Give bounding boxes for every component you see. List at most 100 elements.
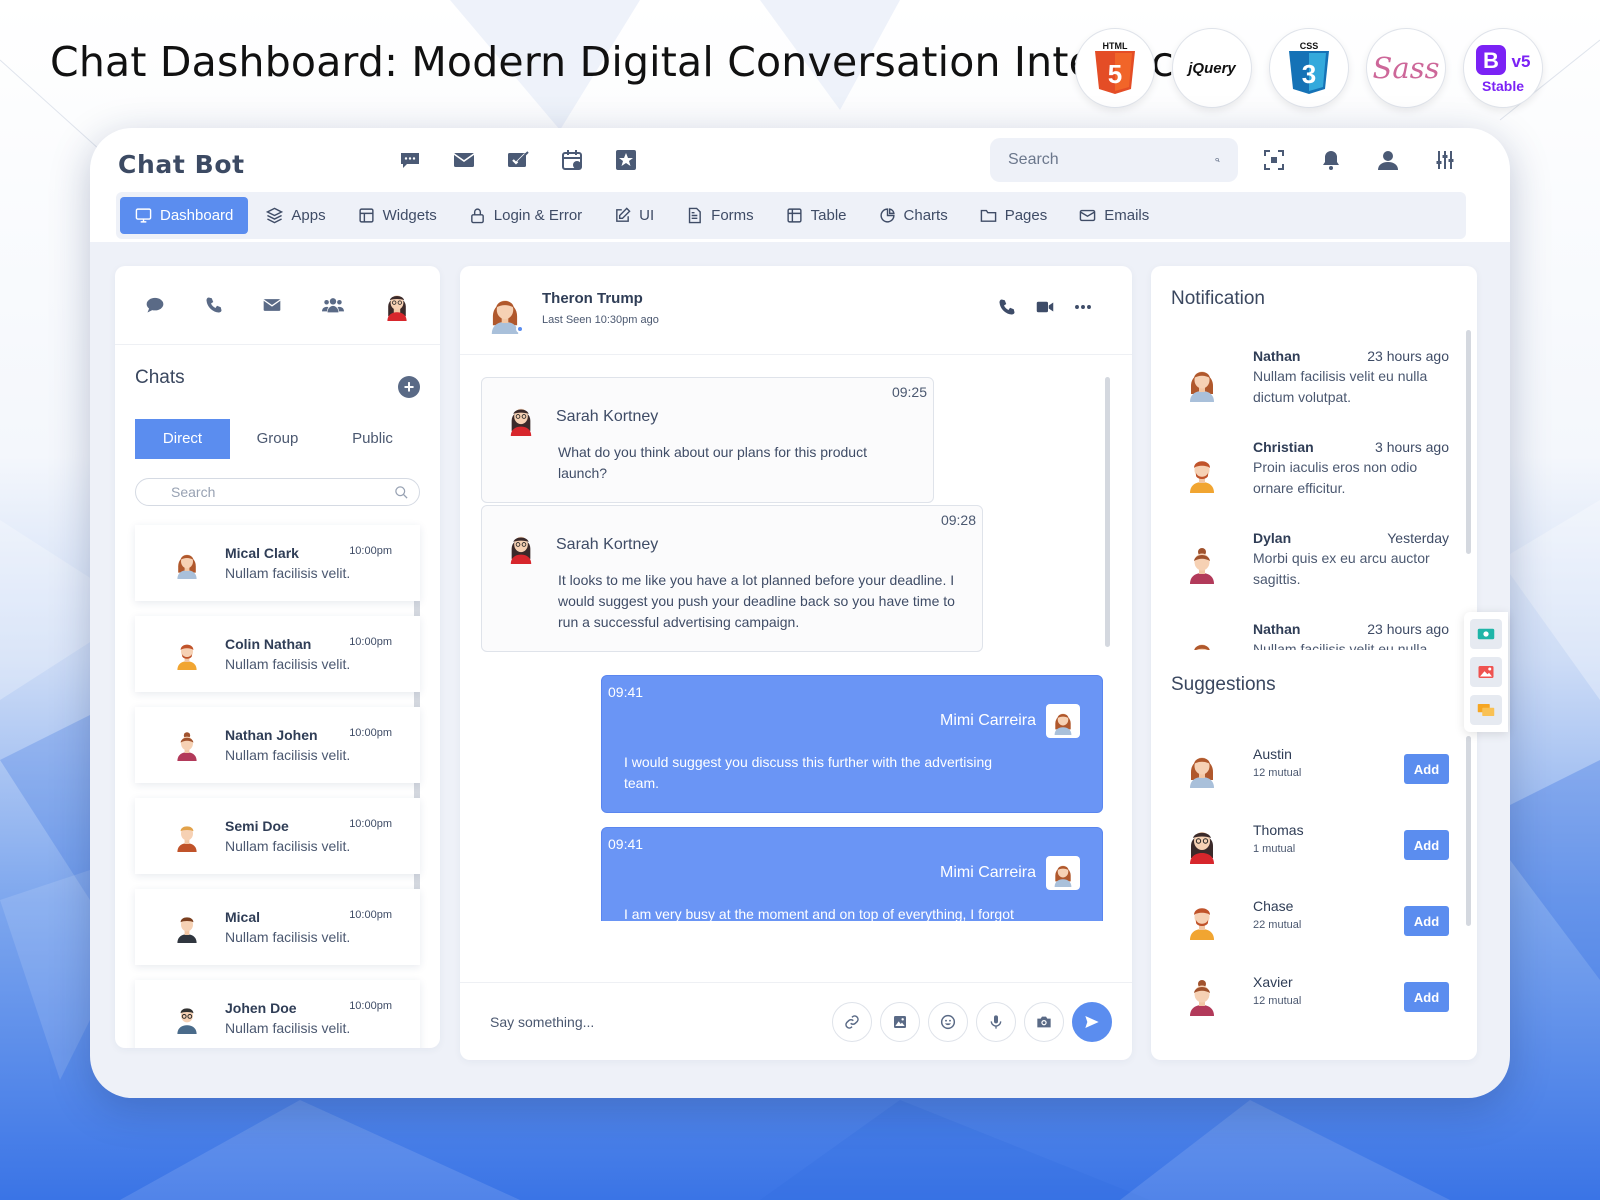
nav-charts[interactable]: Charts [865, 197, 962, 234]
fullscreen-icon[interactable] [1262, 148, 1286, 172]
more-icon[interactable] [1074, 298, 1092, 316]
calendar-icon[interactable] [560, 148, 584, 172]
nav-pages[interactable]: Pages [966, 197, 1062, 234]
notification-text: Morbi quis ex eu arcu auctor sagittis. [1253, 550, 1430, 587]
sliders-icon[interactable] [1433, 148, 1457, 172]
layers-icon [266, 207, 284, 224]
file-text-icon [688, 207, 702, 224]
dock-button-gallery[interactable] [1470, 657, 1502, 687]
nav-widgets[interactable]: Widgets [344, 197, 451, 234]
chat-time: 10:00pm [349, 909, 392, 921]
chat-name: Nathan Johen [225, 727, 318, 743]
top-icon-bar [398, 148, 638, 172]
nav-login-error[interactable]: Login & Error [455, 197, 596, 234]
tab-public[interactable]: Public [325, 419, 420, 459]
nav-ui[interactable]: UI [600, 197, 668, 234]
message-time: 09:28 [940, 512, 976, 528]
chat-name: Semi Doe [225, 818, 289, 834]
conversation-actions [998, 298, 1092, 316]
dock-button-money[interactable] [1470, 619, 1502, 649]
list-item[interactable]: Nathan Johen Nullam facilisis velit. 10:… [135, 707, 420, 783]
chat-icon[interactable] [398, 148, 422, 172]
phone-icon[interactable] [998, 298, 1016, 316]
add-friend-button[interactable]: Add [1404, 906, 1449, 936]
chat-icon[interactable] [145, 295, 165, 315]
notification-text: Nullam facilisis velit eu nulla [1253, 641, 1428, 650]
notification-item[interactable]: Dylan Yesterday Morbi quis ex eu arcu au… [1151, 514, 1477, 605]
nav-forms[interactable]: Forms [672, 197, 768, 234]
star-icon[interactable] [614, 148, 638, 172]
list-item[interactable]: Johen Doe Nullam facilisis velit. 10:00p… [135, 980, 420, 1048]
tab-direct[interactable]: Direct [135, 419, 230, 459]
message-thread[interactable]: 09:25 Sarah Kortney What do you think ab… [460, 355, 1132, 921]
chat-search-input[interactable] [171, 484, 394, 500]
app-logo[interactable]: Chat Bot [118, 150, 245, 179]
message-input[interactable] [490, 1013, 824, 1030]
activity-panel: Notification Nathan 23 hours ago Nullam … [1151, 266, 1477, 1060]
notification-time: 23 hours ago [1367, 621, 1449, 637]
notification-list: Nathan 23 hours ago Nullam facilisis vel… [1151, 332, 1477, 650]
profile-avatar[interactable] [384, 289, 410, 321]
monitor-icon [135, 208, 152, 223]
dashboard-window: Chat Bot Dashboard Apps [90, 128, 1510, 1098]
voice-button[interactable] [976, 1001, 1016, 1042]
nav-dashboard[interactable]: Dashboard [120, 197, 249, 234]
user-icon[interactable] [1376, 148, 1400, 172]
edit-icon [616, 207, 631, 222]
notification-item[interactable]: Christian 3 hours ago Proin iaculis eros… [1151, 423, 1477, 514]
pie-chart-icon [879, 208, 895, 223]
group-icon[interactable] [322, 294, 345, 316]
avatar [1194, 644, 1210, 650]
notification-item[interactable]: Nathan 23 hours ago Nullam facilisis vel… [1151, 332, 1477, 423]
search-icon[interactable] [1215, 151, 1220, 169]
mail-icon[interactable] [452, 148, 476, 172]
add-friend-button[interactable]: Add [1404, 830, 1449, 860]
add-friend-button[interactable]: Add [1404, 982, 1449, 1012]
list-item[interactable]: Colin Nathan Nullam facilisis velit. 10:… [135, 616, 420, 692]
attach-image-button[interactable] [880, 1001, 920, 1042]
video-icon[interactable] [1036, 298, 1054, 316]
phone-icon[interactable] [205, 296, 223, 314]
avatar-frame [1046, 704, 1080, 738]
outgoing-message: 09:41 Mimi Carreira I am very busy at th… [601, 827, 1103, 921]
list-item[interactable]: Mical Nullam facilisis velit. 10:00pm [135, 889, 420, 965]
send-button[interactable] [1072, 1001, 1112, 1042]
mail-icon [1079, 209, 1096, 222]
table-icon [787, 208, 802, 223]
list-item[interactable]: Mical Clark Nullam facilisis velit. 10:0… [135, 525, 420, 601]
emoji-button[interactable] [928, 1001, 968, 1042]
mail-check-icon[interactable] [506, 148, 530, 172]
bootstrap-badge: B v5 Stable [1463, 28, 1543, 108]
attach-link-button[interactable] [832, 1001, 872, 1042]
search-input[interactable] [1008, 151, 1215, 169]
notification-time: 23 hours ago [1367, 348, 1449, 364]
conversation-header: Theron Trump Last Seen 10:30pm ago [460, 266, 1132, 355]
bell-icon[interactable] [1319, 148, 1343, 172]
dock-button-messages[interactable] [1470, 695, 1502, 725]
chat-preview: Nullam facilisis velit. [225, 565, 351, 581]
nav-emails[interactable]: Emails [1065, 197, 1163, 234]
chat-preview: Nullam facilisis velit. [225, 929, 351, 945]
list-item[interactable]: Semi Doe Nullam facilisis velit. 10:00pm [135, 798, 420, 874]
camera-button[interactable] [1024, 1001, 1064, 1042]
thread-scrollbar[interactable] [1105, 377, 1110, 647]
bootstrap-letter: B [1483, 48, 1499, 73]
avatar [1190, 908, 1214, 940]
search-icon[interactable] [394, 485, 409, 500]
online-status-dot [516, 325, 524, 333]
nav-table[interactable]: Table [772, 197, 861, 234]
chat-category-tabs [115, 266, 440, 345]
tab-group[interactable]: Group [230, 419, 325, 459]
messages-icon [1477, 704, 1495, 716]
notification-item[interactable]: Nathan 23 hours ago Nullam facilisis vel… [1151, 605, 1477, 650]
bootstrap-logo-icon: B v5 [1476, 44, 1530, 75]
emoji-icon [940, 1014, 956, 1029]
chat-search[interactable] [135, 478, 420, 506]
add-chat-button[interactable]: + [398, 376, 420, 398]
avatar [177, 644, 197, 670]
add-friend-button[interactable]: Add [1404, 754, 1449, 784]
nav-apps[interactable]: Apps [252, 197, 339, 234]
incoming-message: 09:28 Sarah Kortney It looks to me like … [481, 505, 983, 652]
mail-icon[interactable] [262, 295, 282, 315]
global-search[interactable] [990, 138, 1238, 182]
